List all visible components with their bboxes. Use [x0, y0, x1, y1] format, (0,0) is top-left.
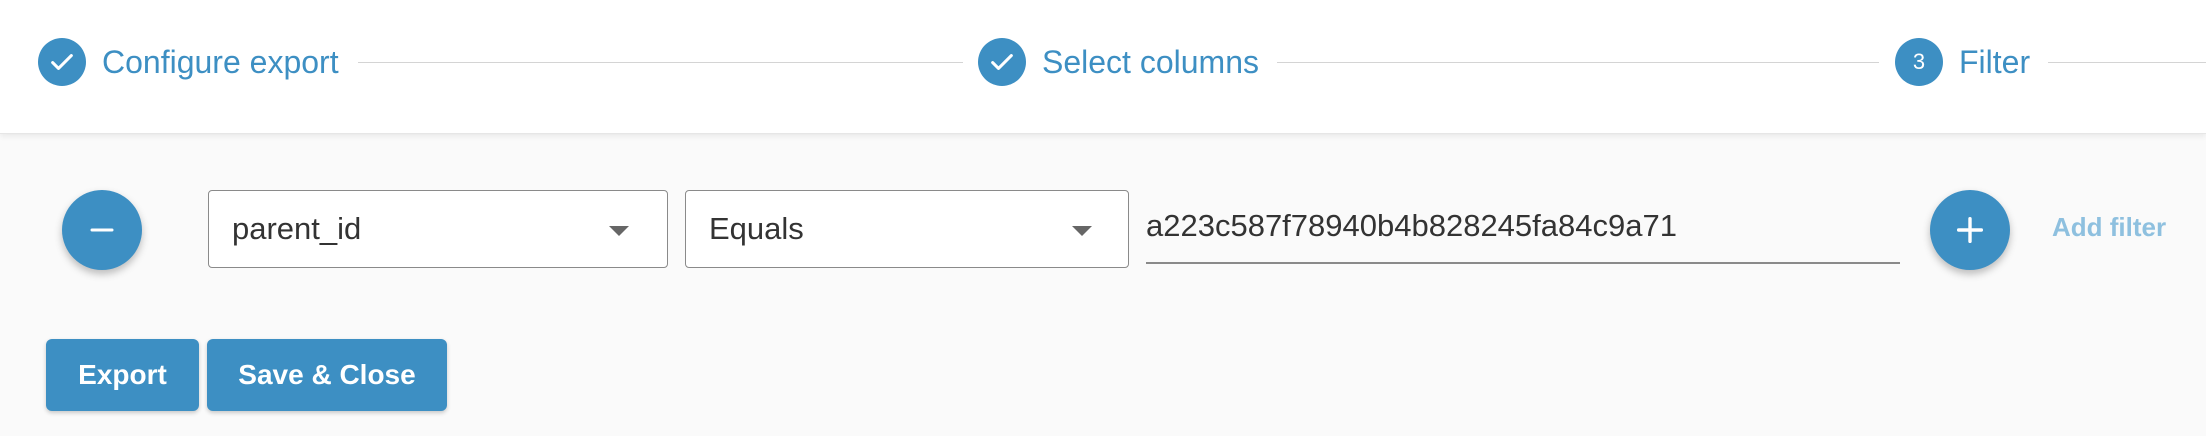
- remove-filter-button[interactable]: [62, 190, 142, 270]
- caret-down-icon: [609, 226, 629, 236]
- step-connector: [2048, 62, 2206, 63]
- save-close-button[interactable]: Save & Close: [207, 339, 447, 411]
- minus-icon: [90, 228, 114, 232]
- step-configure-export[interactable]: Configure export: [38, 38, 339, 86]
- operator-select-value: Equals: [709, 211, 804, 246]
- operator-select[interactable]: Equals: [685, 190, 1129, 268]
- field-select[interactable]: parent_id: [208, 190, 668, 268]
- step-connector: [358, 62, 963, 63]
- caret-down-icon: [1072, 226, 1092, 236]
- field-select-value: parent_id: [232, 211, 362, 246]
- step-select-columns[interactable]: Select columns: [978, 38, 1259, 86]
- step-number: 3: [1895, 38, 1943, 86]
- step-label: Configure export: [102, 43, 339, 80]
- step-label: Select columns: [1042, 43, 1259, 80]
- step-connector: [1277, 62, 1879, 63]
- filter-row: parent_id Equals Add filter: [0, 190, 2206, 270]
- step-label: Filter: [1959, 43, 2031, 80]
- check-icon: [978, 38, 1026, 86]
- step-filter[interactable]: 3 Filter: [1895, 38, 2030, 86]
- plus-icon: [1956, 216, 1984, 244]
- filter-value-input[interactable]: [1146, 190, 1900, 264]
- export-button[interactable]: Export: [46, 339, 199, 411]
- check-icon: [38, 38, 86, 86]
- add-filter-link[interactable]: Add filter: [2052, 212, 2166, 243]
- export-stepper: Configure export Select columns 3 Filter: [0, 0, 2206, 134]
- add-filter-button[interactable]: [1930, 190, 2010, 270]
